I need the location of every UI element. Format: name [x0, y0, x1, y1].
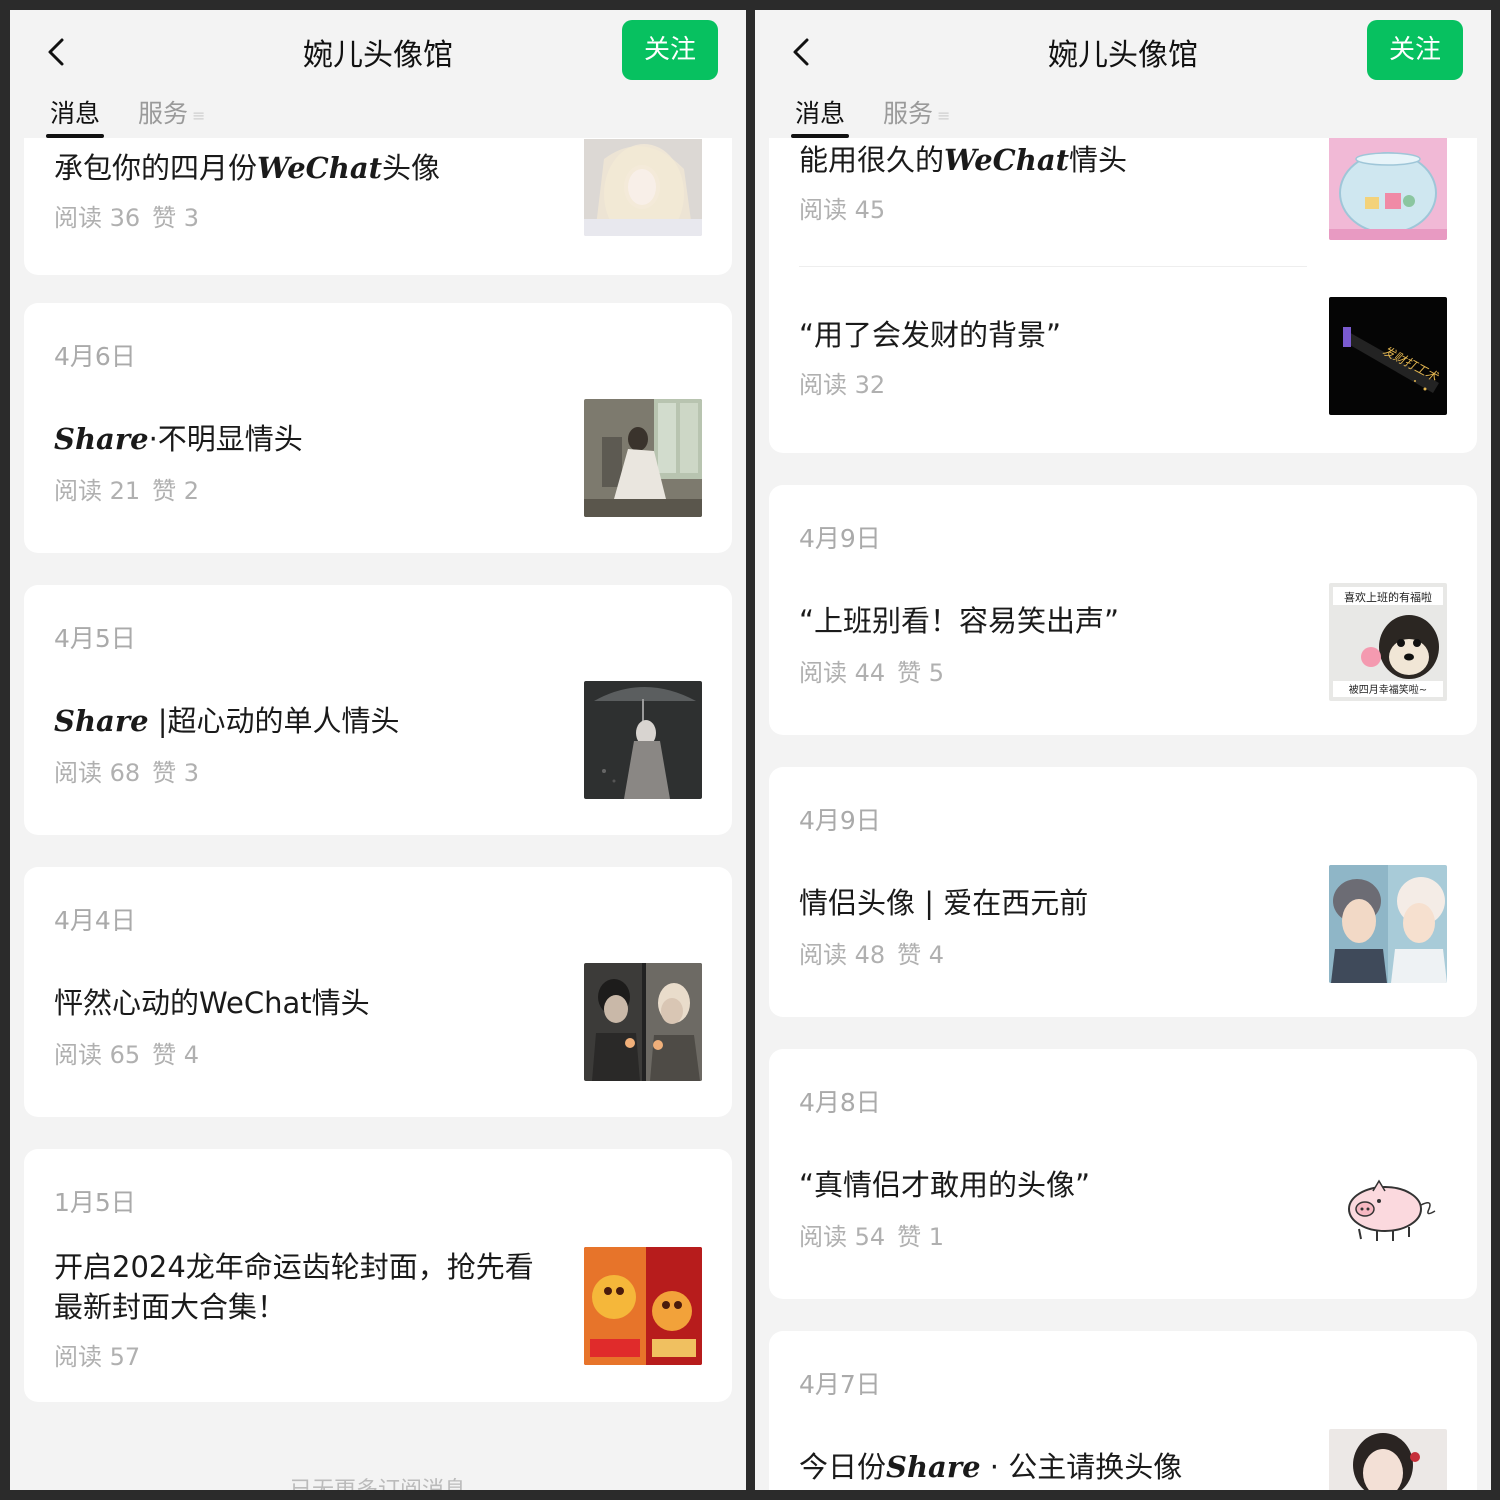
tab-services[interactable]: 服务 ≡ — [883, 94, 950, 130]
article-card[interactable]: 1月5日 开启2024龙年命运齿轮封面，抢先看最新封面大合集！ 阅读 57 — [24, 1149, 732, 1402]
article-title[interactable]: Share·不明显情头 — [54, 419, 559, 459]
article-title[interactable]: “用了会发财的背景” — [799, 315, 1304, 355]
tab-services[interactable]: 服务 ≡ — [138, 94, 205, 130]
article-thumbnail[interactable] — [584, 1247, 702, 1365]
article-stats: 阅读 32 — [799, 371, 886, 399]
article-date: 4月7日 — [799, 1370, 881, 1399]
anime-couple-image — [1329, 865, 1447, 983]
article-thumbnail[interactable] — [584, 399, 702, 517]
article-thumbnail[interactable] — [1329, 865, 1447, 983]
article-date: 4月9日 — [799, 806, 881, 835]
navigation-bar: 婉儿头像馆 关注 — [10, 10, 746, 100]
article-stats: 阅读 21 赞 2 — [54, 477, 200, 505]
article-date: 4月4日 — [54, 906, 136, 935]
article-date: 4月5日 — [54, 624, 136, 653]
girl-with-umbrella-image — [584, 681, 702, 799]
article-stats: 阅读 65 赞 4 — [54, 1041, 200, 1069]
menu-lines-icon: ≡ — [192, 105, 206, 125]
article-title[interactable]: 能用很久的WeChat情头 — [799, 140, 1304, 180]
article-title[interactable]: 情侣头像 | 爱在西元前 — [799, 883, 1304, 923]
article-thumbnail[interactable]: 喜欢上班的有福啦 被四月幸福笑啦~ — [1329, 583, 1447, 701]
article-thumbnail[interactable] — [584, 132, 702, 236]
article-thumbnail[interactable] — [1329, 1147, 1447, 1265]
article-title[interactable]: 承包你的四月份WeChat头像 — [54, 148, 559, 188]
article-stats: 阅读 44 赞 5 — [799, 659, 945, 687]
shiba-top-text: 喜欢上班的有福啦 — [1344, 590, 1432, 604]
article-card[interactable]: 4月8日 “真情侣才敢用的头像” 阅读 54 赞 1 — [769, 1049, 1477, 1299]
tab-bar: 消息 服务 ≡ — [755, 90, 1491, 138]
pig-drawing-image — [1329, 1147, 1447, 1265]
article-title[interactable]: 怦然心动的WeChat情头 — [54, 983, 559, 1023]
navigation-bar: 婉儿头像馆 关注 — [755, 10, 1491, 100]
no-more-messages-footer: 已无更多订阅消息 — [10, 1472, 746, 1490]
girl-with-mirror-image — [584, 399, 702, 517]
shiba-meme-image: 喜欢上班的有福啦 被四月幸福笑啦~ — [1329, 583, 1447, 701]
article-date: 4月9日 — [799, 524, 881, 553]
left-screenshot-panel: 承包你的四月份WeChat头像 阅读 36 赞 3 4月6日 Share·不明显情… — [10, 10, 746, 1490]
article-stats: 阅读 57 — [54, 1343, 141, 1371]
article-thumbnail[interactable] — [1329, 132, 1447, 240]
article-card[interactable]: 4月4日 怦然心动的WeChat情头 阅读 65 赞 4 — [24, 867, 732, 1117]
tab-messages[interactable]: 消息 — [45, 94, 105, 138]
tab-messages[interactable]: 消息 — [790, 94, 850, 138]
follow-button[interactable]: 关注 — [622, 20, 718, 80]
article-stats: 阅读 36 赞 3 — [54, 204, 200, 232]
dragon-cover-image — [584, 1247, 702, 1365]
article-date: 4月6日 — [54, 342, 136, 371]
right-screenshot-panel: 能用很久的WeChat情头 阅读 45 “用了会发财的背景” 阅读 32 发财打… — [755, 10, 1491, 1490]
article-stats: 阅读 48 赞 4 — [799, 941, 945, 969]
article-stats: 阅读 68 赞 3 — [54, 759, 200, 787]
article-thumbnail[interactable] — [584, 963, 702, 1081]
article-card[interactable]: 4月6日 Share·不明显情头 阅读 21 赞 2 — [24, 303, 732, 553]
article-card[interactable]: 4月5日 Share |超心动的单人情头 阅读 68 赞 3 — [24, 585, 732, 835]
article-list[interactable]: 能用很久的WeChat情头 阅读 45 “用了会发财的背景” 阅读 32 发财打… — [755, 10, 1491, 1490]
article-date: 4月8日 — [799, 1088, 881, 1117]
article-title[interactable]: “真情侣才敢用的头像” — [799, 1165, 1304, 1205]
article-stats: 阅读 45 — [799, 196, 886, 224]
article-title[interactable]: Share |超心动的单人情头 — [54, 701, 559, 741]
article-title[interactable]: 今日份Share · 公主请换头像 — [799, 1447, 1304, 1487]
article-thumbnail[interactable] — [584, 681, 702, 799]
article-thumbnail[interactable] — [1329, 1429, 1447, 1490]
follow-button[interactable]: 关注 — [1367, 20, 1463, 80]
article-title[interactable]: “上班别看！容易笑出声” — [799, 601, 1304, 641]
item-divider — [799, 266, 1307, 267]
tab-services-label: 服务 — [883, 99, 934, 128]
article-date: 1月5日 — [54, 1188, 136, 1217]
fishbowl-image — [1329, 137, 1447, 240]
portrait-girl-image — [1329, 1429, 1447, 1490]
article-thumbnail[interactable]: 发财打工术 — [1329, 297, 1447, 415]
menu-lines-icon: ≡ — [937, 105, 951, 125]
couple-photo-image — [584, 963, 702, 1081]
article-stats: 阅读 54 赞 1 — [799, 1223, 945, 1251]
shiba-bottom-text: 被四月幸福笑啦~ — [1349, 683, 1427, 696]
article-card[interactable]: 4月7日 今日份Share · 公主请换头像 — [769, 1331, 1477, 1490]
fortune-background-image: 发财打工术 — [1329, 297, 1447, 415]
article-card[interactable]: 4月9日 情侣头像 | 爱在西元前 阅读 48 赞 4 — [769, 767, 1477, 1017]
article-title[interactable]: 开启2024龙年命运齿轮封面，抢先看最新封面大合集！ — [54, 1247, 559, 1327]
tab-bar: 消息 服务 ≡ — [10, 90, 746, 138]
article-list[interactable]: 承包你的四月份WeChat头像 阅读 36 赞 3 4月6日 Share·不明显情… — [10, 10, 746, 1490]
fairy-girl-image — [584, 139, 702, 236]
article-card[interactable]: 4月9日 “上班别看！容易笑出声” 阅读 44 赞 5 喜欢上班的有福啦 被四月幸… — [769, 485, 1477, 735]
tab-services-label: 服务 — [138, 99, 189, 128]
